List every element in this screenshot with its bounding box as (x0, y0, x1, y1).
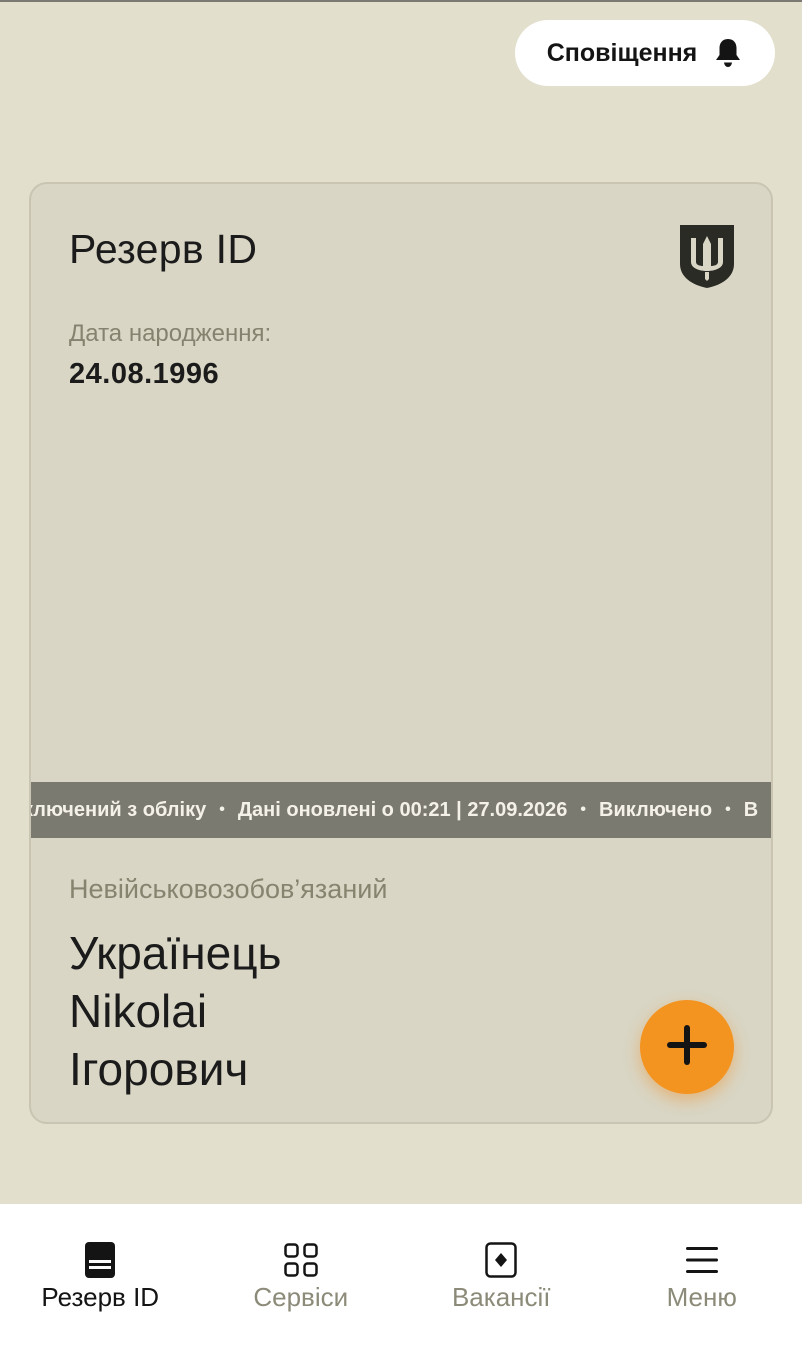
bottom-navigation: Резерв ID Сервіси Вакансії Меню (0, 1204, 802, 1357)
status-ticker: ключений з обліку • Дані оновлені о 00:2… (31, 782, 771, 838)
bell-icon (713, 37, 743, 69)
given-name: Nikolai (69, 985, 208, 1037)
grid-icon (283, 1242, 319, 1278)
military-status: Невійськовозобов’язаний (69, 874, 388, 904)
ticker-separator: • (219, 801, 225, 818)
patronymic: Ігорович (69, 1043, 249, 1095)
document-icon (82, 1242, 118, 1278)
nav-label: Вакансії (451, 1282, 551, 1312)
ticker-item: Дані оновлені о 00:21 | 27.09.2026 (237, 798, 568, 821)
full-name: Українець Nikolai Ігорович (69, 924, 282, 1098)
ticker-item: Виключено (599, 798, 713, 821)
top-border (0, 0, 802, 2)
nav-label: Сервіси (253, 1282, 349, 1312)
ticker-track: ключений з обліку • Дані оновлені о 00:2… (31, 782, 762, 838)
trident-shield-icon (677, 222, 737, 290)
nav-item-vacancies[interactable]: Вакансії (401, 1204, 602, 1357)
notifications-label: Сповіщення (546, 38, 698, 67)
ticker-separator: • (725, 801, 731, 818)
menu-icon (684, 1242, 720, 1278)
nav-item-menu[interactable]: Меню (602, 1204, 802, 1357)
nav-label: Резерв ID (41, 1282, 160, 1312)
notifications-button[interactable]: Сповіщення (515, 20, 775, 86)
card-title: Резерв ID (69, 226, 258, 272)
plus-icon (664, 1022, 710, 1073)
dob-value: 24.08.1996 (69, 358, 220, 390)
nav-label: Меню (666, 1282, 737, 1312)
add-button[interactable] (640, 1000, 734, 1094)
nav-item-services[interactable]: Сервіси (201, 1204, 402, 1357)
reserve-id-card[interactable]: Резерв ID Дата народження: 24.08.1996 кл… (29, 182, 773, 1124)
surname: Українець (69, 927, 282, 979)
ticker-item: В (743, 798, 759, 821)
vacancy-icon (483, 1242, 519, 1278)
ticker-separator: • (580, 801, 587, 818)
ticker-item: ключений з обліку (31, 798, 207, 821)
nav-item-reserve-id[interactable]: Резерв ID (0, 1204, 201, 1357)
dob-label: Дата народження: (69, 320, 272, 347)
